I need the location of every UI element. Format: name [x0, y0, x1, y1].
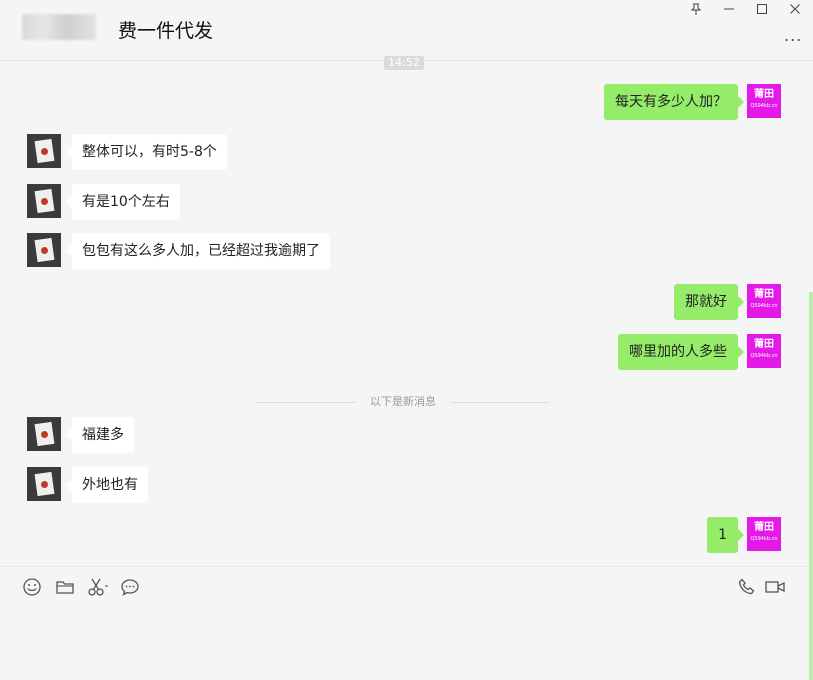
outgoing-message[interactable]: 哪里加的人多些 [618, 334, 744, 370]
video-icon[interactable] [764, 577, 786, 597]
message-area: 莆田 QS94kb.cn 每天有多少人加？ 整体可以，有时5-8个 有是10个左… [0, 61, 813, 566]
self-avatar-sublabel: QS94kb.cn [750, 536, 778, 542]
more-options-button[interactable]: ... [784, 26, 802, 45]
folder-icon[interactable] [55, 577, 75, 597]
new-messages-label: 以下是新消息 [370, 395, 436, 408]
new-messages-divider: 以下是新消息 [256, 395, 550, 409]
title-bar: 费一件代发 ... [0, 0, 813, 61]
contact-avatar[interactable] [27, 417, 61, 451]
chat-history-icon[interactable] [120, 577, 140, 597]
incoming-message[interactable]: 外地也有 [66, 467, 148, 503]
bag-logo-dot [41, 481, 48, 488]
bag-logo-dot [41, 431, 48, 438]
input-toolbar [0, 566, 813, 607]
minimize-icon[interactable] [717, 3, 741, 21]
scissors-icon[interactable] [87, 577, 111, 597]
close-icon[interactable] [783, 3, 807, 21]
outgoing-message[interactable]: 每天有多少人加？ [604, 84, 744, 120]
self-avatar[interactable]: 莆田 QS94kb.cn [747, 284, 781, 318]
bag-logo-dot [41, 148, 48, 155]
outgoing-message[interactable]: 那就好 [674, 284, 744, 320]
self-avatar-sublabel: QS94kb.cn [750, 303, 778, 309]
self-avatar-label: 莆田 [754, 289, 774, 300]
contact-avatar[interactable] [27, 134, 61, 168]
chat-title: 费一件代发 [118, 20, 214, 42]
message-input[interactable] [0, 606, 813, 680]
emoji-icon[interactable] [22, 577, 42, 597]
bag-logo-dot [41, 198, 48, 205]
self-avatar[interactable]: 莆田 QS94kb.cn [747, 517, 781, 551]
incoming-message[interactable]: 整体可以，有时5-8个 [66, 134, 227, 170]
self-avatar-label: 莆田 [754, 522, 774, 533]
contact-avatar[interactable] [27, 233, 61, 267]
incoming-message[interactable]: 有是10个左右 [66, 184, 180, 220]
divider-line [256, 402, 356, 403]
self-avatar[interactable]: 莆田 QS94kb.cn [747, 84, 781, 118]
maximize-icon[interactable] [750, 3, 774, 21]
pin-icon[interactable] [684, 3, 708, 21]
incoming-message[interactable]: 包包有这么多人加，已经超过我逾期了 [66, 233, 330, 269]
self-avatar-label: 莆田 [754, 89, 774, 100]
divider-line [450, 402, 550, 403]
blurred-contact-avatar [22, 14, 96, 40]
self-avatar[interactable]: 莆田 QS94kb.cn [747, 334, 781, 368]
self-avatar-sublabel: QS94kb.cn [750, 103, 778, 109]
self-avatar-label: 莆田 [754, 339, 774, 350]
incoming-message[interactable]: 福建多 [66, 417, 134, 453]
outgoing-message[interactable]: 1 [707, 517, 744, 553]
contact-avatar[interactable] [27, 467, 61, 501]
contact-avatar[interactable] [27, 184, 61, 218]
phone-icon[interactable] [737, 577, 757, 597]
self-avatar-sublabel: QS94kb.cn [750, 353, 778, 359]
bag-logo-dot [41, 247, 48, 254]
background-window-edge [809, 292, 813, 680]
